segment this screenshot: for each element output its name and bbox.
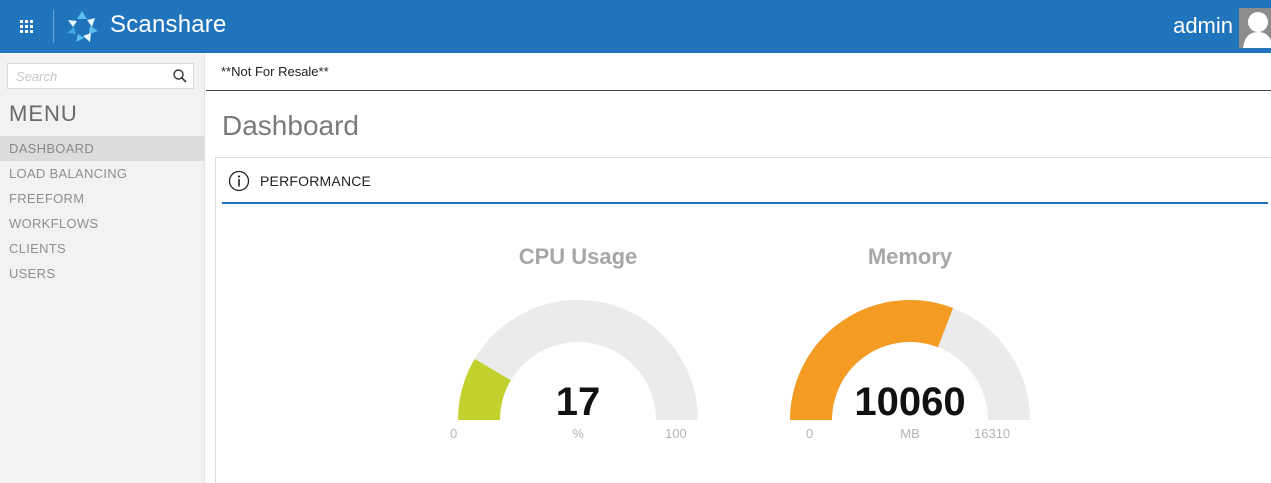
sidebar-item-freeform[interactable]: FREEFORM <box>0 186 204 211</box>
sidebar: MENU DASHBOARD LOAD BALANCING FREEFORM W… <box>0 53 205 483</box>
panel-header-underline <box>222 202 1268 204</box>
memory-gauge: Memory 10060 0 MB 16310 <box>760 238 1060 453</box>
gauge-max-label: 16310 <box>974 426 1011 441</box>
search-icon[interactable] <box>172 68 188 84</box>
gauge-value: 10060 <box>854 380 966 424</box>
menu-title: MENU <box>9 101 78 126</box>
panel-title: PERFORMANCE <box>260 173 372 189</box>
sidebar-item-users[interactable]: USERS <box>0 261 204 286</box>
cpu-gauge: CPU Usage 17 0 % 100 <box>428 238 728 453</box>
panel-header: PERFORMANCE <box>228 169 371 193</box>
resale-notice: **Not For Resale** <box>221 64 329 79</box>
user-name[interactable]: admin <box>1173 13 1233 39</box>
sidebar-item-workflows[interactable]: WORKFLOWS <box>0 211 204 236</box>
page-title: Dashboard <box>222 110 359 141</box>
app-launcher-button[interactable] <box>0 0 53 53</box>
top-bar: Scanshare admin <box>0 0 1271 53</box>
panel-border-top <box>215 157 1271 158</box>
search-input[interactable] <box>8 64 163 88</box>
grid-icon <box>20 20 33 33</box>
notice-divider <box>206 90 1271 91</box>
gauge-value: 17 <box>555 380 601 424</box>
gauge-unit-label: MB <box>900 426 920 441</box>
sidebar-item-clients[interactable]: CLIENTS <box>0 236 204 261</box>
sidebar-item-dashboard[interactable]: DASHBOARD <box>0 136 204 161</box>
scanshare-logo-icon <box>67 11 98 42</box>
sidebar-menu: DASHBOARD LOAD BALANCING FREEFORM WORKFL… <box>0 136 204 286</box>
search-box <box>7 63 194 89</box>
sidebar-item-load-balancing[interactable]: LOAD BALANCING <box>0 161 204 186</box>
gauge-max-label: 100 <box>665 426 687 441</box>
info-icon <box>228 170 250 192</box>
avatar[interactable] <box>1239 8 1271 48</box>
app-title[interactable]: Scanshare <box>110 11 227 39</box>
panel-border-left <box>215 157 216 483</box>
topbar-divider <box>53 10 54 43</box>
user-avatar-icon <box>1239 8 1271 48</box>
